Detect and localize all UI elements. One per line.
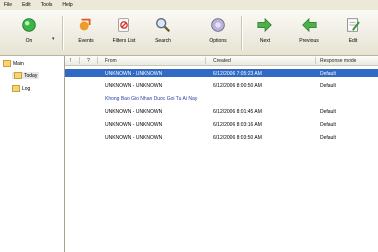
next-button[interactable]: Next xyxy=(246,12,284,52)
previous-label: Previous xyxy=(299,38,319,44)
toolbar-separator xyxy=(62,16,64,50)
events-icon xyxy=(79,18,91,31)
events-label: Events xyxy=(78,38,94,44)
column-header-created[interactable]: Created xyxy=(213,58,231,64)
on-button[interactable]: On xyxy=(10,12,48,52)
on-dropdown-icon[interactable]: ▾ xyxy=(52,36,55,42)
cell-created: 6/12/2006 8:01:45 AM xyxy=(213,108,262,115)
cell-from: UNKNOWN - UNKNOWN xyxy=(105,82,163,89)
cell-from: UNKNOWN - UNKNOWN xyxy=(105,70,163,77)
search-label: Search xyxy=(155,38,171,44)
column-header-from[interactable]: From xyxy=(105,58,117,64)
previous-arrow-icon xyxy=(302,17,317,33)
cell-from: UNKNOWN - UNKNOWN xyxy=(105,121,163,128)
menu-bar: File Edit Tools Help xyxy=(0,0,378,10)
tree-label-today: Today xyxy=(24,72,38,79)
cell-from: UNKNOWN - UNKNOWN xyxy=(105,134,163,141)
table-row[interactable]: UNKNOWN - UNKNOWN 6/12/2006 8:00:50 AM D… xyxy=(65,81,378,89)
menu-file[interactable]: File xyxy=(4,2,12,8)
cell-response-mode: Default xyxy=(320,82,336,89)
cell-response-mode: Default xyxy=(320,134,336,141)
column-header-flag[interactable]: ? xyxy=(87,58,90,64)
menu-edit[interactable]: Edit xyxy=(22,2,31,8)
toolbar: On ▾ Events Filters List Search Options xyxy=(0,10,378,56)
options-button[interactable]: Options xyxy=(199,12,237,52)
search-button[interactable]: Search xyxy=(144,12,182,52)
search-icon xyxy=(156,18,171,33)
table-row[interactable]: UNKNOWN - UNKNOWN 6/12/2006 8:03:16 AM D… xyxy=(65,120,378,128)
table-row[interactable]: UNKNOWN - UNKNOWN 6/12/2006 7:05:23 AM D… xyxy=(65,69,378,77)
edit-label: Edit xyxy=(348,38,358,44)
folder-icon xyxy=(3,60,11,67)
tree-item-main[interactable]: Main xyxy=(3,60,24,67)
cell-created: 6/12/2006 8:03:50 AM xyxy=(213,134,262,141)
event-list: ! ? From Created Response mode UNKNOWN -… xyxy=(65,56,378,252)
cell-created: 6/12/2006 8:03:16 AM xyxy=(213,121,262,128)
menu-tools[interactable]: Tools xyxy=(41,2,53,8)
options-gear-icon xyxy=(211,18,225,32)
options-label: Options xyxy=(209,38,227,44)
power-on-icon xyxy=(22,18,36,32)
edit-button[interactable]: Edit xyxy=(334,12,372,52)
group-row[interactable]: Khong Bao Gio Nhan Duoc Goi Tu Ai Nay xyxy=(65,94,378,102)
column-header-response-mode[interactable]: Response mode xyxy=(320,58,356,64)
cell-response-mode: Default xyxy=(320,108,336,115)
column-header-priority[interactable]: ! xyxy=(70,58,71,64)
next-label: Next xyxy=(259,38,271,44)
cell-response-mode: Default xyxy=(320,121,336,128)
filter-icon xyxy=(118,18,129,32)
events-button[interactable]: Events xyxy=(67,12,105,52)
folder-icon xyxy=(14,72,22,79)
previous-button[interactable]: Previous xyxy=(290,12,328,52)
list-header: ! ? From Created Response mode xyxy=(65,56,378,66)
group-title: Khong Bao Gio Nhan Duoc Goi Tu Ai Nay xyxy=(105,95,198,102)
navigation-tree: Main Today Log xyxy=(0,56,65,252)
cell-response-mode: Default xyxy=(320,70,336,77)
tree-item-log[interactable]: Log xyxy=(12,85,30,92)
tree-item-today[interactable]: Today xyxy=(12,72,40,79)
tree-label-main: Main xyxy=(13,60,24,67)
on-label: On xyxy=(25,38,33,44)
cell-created: 6/12/2006 8:00:50 AM xyxy=(213,82,262,89)
table-row[interactable]: UNKNOWN - UNKNOWN 6/12/2006 8:01:45 AM D… xyxy=(65,107,378,115)
menu-help[interactable]: Help xyxy=(62,2,72,8)
tree-label-log: Log xyxy=(22,85,31,92)
folder-icon xyxy=(12,85,20,92)
filters-list-button[interactable]: Filters List xyxy=(105,12,143,52)
cell-created: 6/12/2006 7:05:23 AM xyxy=(213,70,262,77)
toolbar-separator xyxy=(241,16,243,50)
filters-list-label: Filters List xyxy=(112,38,136,44)
next-arrow-icon xyxy=(257,17,272,33)
table-row[interactable]: UNKNOWN - UNKNOWN 6/12/2006 8:03:50 AM D… xyxy=(65,133,378,141)
edit-icon xyxy=(347,18,360,32)
cell-from: UNKNOWN - UNKNOWN xyxy=(105,108,163,115)
